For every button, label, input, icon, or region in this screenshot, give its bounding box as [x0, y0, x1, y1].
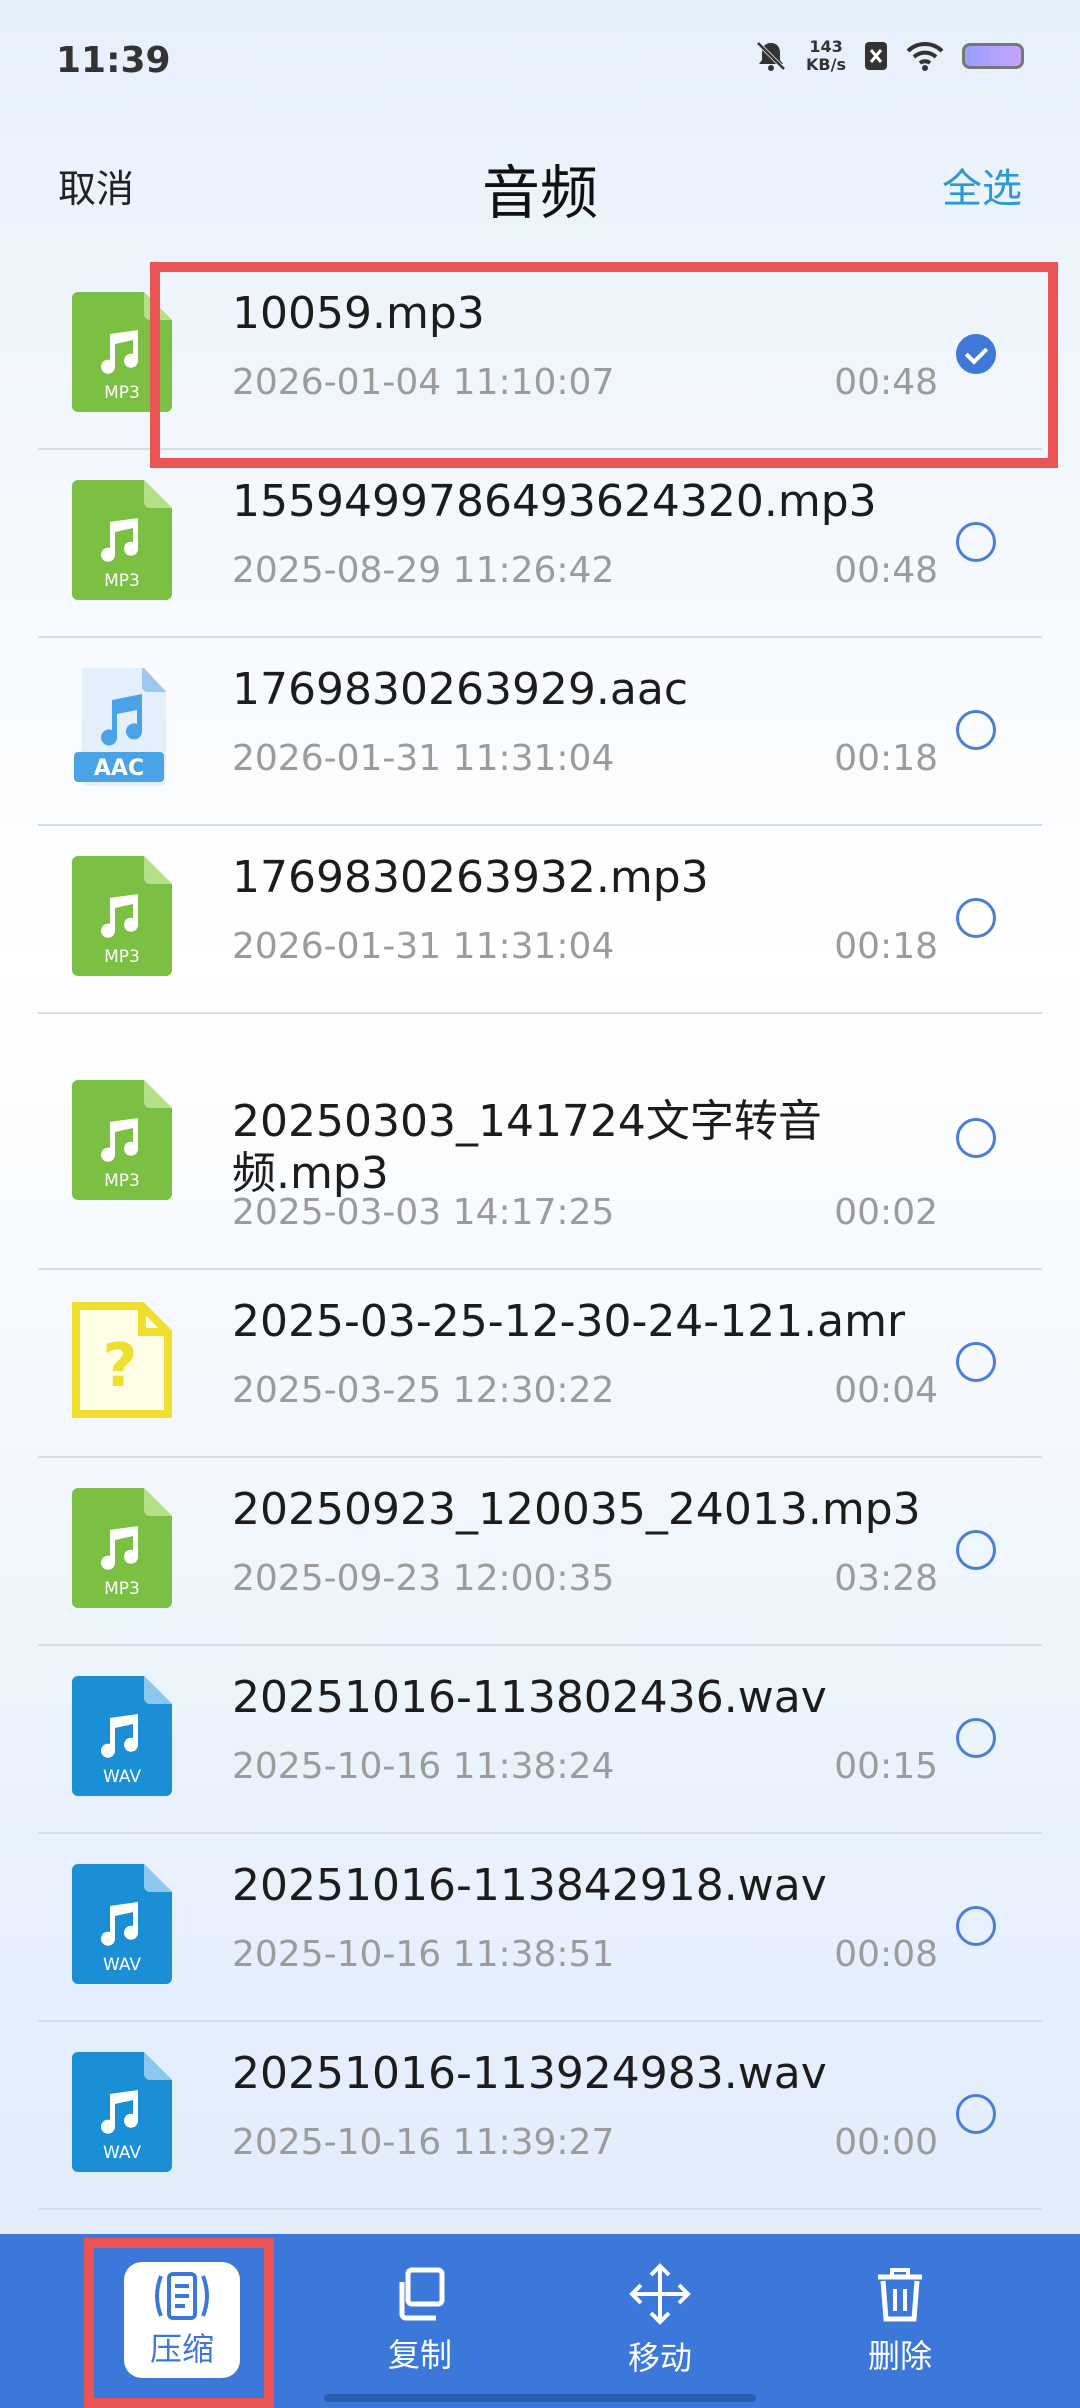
file-name: 20251016-113802436.wav: [232, 1672, 827, 1723]
bell-muted-icon: [756, 41, 786, 71]
file-date: 2025-10-16 11:38:24: [232, 1746, 615, 1787]
file-row[interactable]: AAC 1769830263929.aac 2026-01-31 11:31:0…: [38, 638, 1042, 826]
file-row[interactable]: MP3 1559499786493624320.mp3 2025-08-29 1…: [38, 450, 1042, 638]
audio-file-list: MP3 10059.mp3 2026-01-04 11:10:07 00:48 …: [38, 262, 1042, 2210]
svg-text:MP3: MP3: [104, 947, 140, 967]
select-checkbox[interactable]: [956, 1118, 996, 1158]
svg-text:WAV: WAV: [103, 1767, 141, 1787]
sim-disabled-icon: [865, 42, 887, 70]
file-duration: 00:02: [834, 1192, 938, 1233]
delete-label: 删除: [867, 2337, 932, 2375]
svg-text:MP3: MP3: [104, 1579, 140, 1599]
svg-text:MP3: MP3: [104, 571, 140, 591]
file-name: 10059.mp3: [232, 288, 485, 339]
file-duration: 00:08: [834, 1934, 938, 1975]
file-name: 20250303_141724文字转音频.mp3: [232, 1096, 822, 1199]
svg-text:AAC: AAC: [94, 756, 144, 781]
mp3-file-icon: MP3: [72, 856, 172, 976]
svg-text:MP3: MP3: [104, 1171, 140, 1191]
header: 取消 音频 全选: [0, 140, 1080, 240]
select-all-button[interactable]: 全选: [942, 156, 1022, 214]
page-title: 音频: [481, 159, 598, 227]
copy-button[interactable]: 复制: [330, 2256, 510, 2386]
file-date: 2025-08-29 11:26:42: [232, 550, 615, 591]
select-checkbox[interactable]: [956, 1718, 996, 1758]
file-date: 2026-01-31 11:31:04: [232, 926, 615, 967]
file-row[interactable]: MP3 1769830263932.mp3 2026-01-31 11:31:0…: [38, 826, 1042, 1014]
file-duration: 00:00: [834, 2122, 938, 2163]
copy-icon: [399, 2267, 445, 2321]
file-duration: 00:18: [834, 926, 938, 967]
file-duration: 03:28: [834, 1558, 938, 1599]
file-date: 2026-01-04 11:10:07: [232, 362, 615, 403]
file-duration: 00:04: [834, 1370, 938, 1411]
status-icons: 143 KB/s: [754, 38, 1024, 74]
select-checkbox[interactable]: [956, 2094, 996, 2134]
file-name: 20251016-113924983.wav: [232, 2048, 827, 2099]
wifi-icon: [906, 41, 944, 71]
file-row[interactable]: MP3 20250303_141724文字转音频.mp3 2025-03-03 …: [38, 1014, 1042, 1270]
status-time: 11:39: [56, 40, 171, 81]
select-checkbox[interactable]: [956, 898, 996, 938]
svg-text:WAV: WAV: [103, 2143, 141, 2163]
select-checkbox[interactable]: [956, 522, 996, 562]
file-row[interactable]: WAV 20251016-113924983.wav 2025-10-16 11…: [38, 2022, 1042, 2210]
file-name: 1769830263929.aac: [232, 664, 689, 715]
mp3-file-icon: MP3: [72, 1488, 172, 1608]
file-duration: 00:48: [834, 362, 938, 403]
file-name: 2025-03-25-12-30-24-121.amr: [232, 1296, 906, 1347]
network-speed: 143 KB/s: [806, 38, 846, 74]
file-name: 20251016-113842918.wav: [232, 1860, 827, 1911]
home-indicator[interactable]: [324, 2394, 756, 2402]
file-row[interactable]: ? 2025-03-25-12-30-24-121.amr 2025-03-25…: [38, 1270, 1042, 1458]
move-label: 移动: [627, 2339, 692, 2377]
trash-icon: [878, 2268, 922, 2322]
delete-button[interactable]: 删除: [810, 2256, 990, 2386]
wav-file-icon: WAV: [72, 1864, 172, 1984]
svg-text:MP3: MP3: [104, 383, 140, 403]
file-date: 2025-09-23 12:00:35: [232, 1558, 615, 1599]
network-speed-value: 143: [809, 37, 843, 56]
status-bar: 11:39 143 KB/s: [0, 0, 1080, 120]
battery-icon: [962, 43, 1024, 69]
select-checkbox[interactable]: [956, 1906, 996, 1946]
file-name: 1769830263932.mp3: [232, 852, 709, 903]
svg-text:?: ?: [103, 1331, 138, 1401]
file-name: 20250923_120035_24013.mp3: [232, 1484, 921, 1535]
select-checkbox[interactable]: [956, 1342, 996, 1382]
network-speed-unit: KB/s: [806, 55, 846, 74]
aac-file-icon: AAC: [74, 668, 166, 786]
file-duration: 00:15: [834, 1746, 938, 1787]
select-checkbox[interactable]: [956, 710, 996, 750]
file-row[interactable]: WAV 20251016-113802436.wav 2025-10-16 11…: [38, 1646, 1042, 1834]
move-icon: [629, 2263, 691, 2325]
file-row[interactable]: MP3 20250923_120035_24013.mp3 2025-09-23…: [38, 1458, 1042, 1646]
compress-highlight-box: [84, 2238, 274, 2408]
select-checkbox[interactable]: [956, 334, 996, 374]
copy-label: 复制: [387, 2336, 452, 2374]
mp3-file-icon: MP3: [72, 292, 172, 412]
mp3-file-icon: MP3: [72, 1080, 172, 1200]
mp3-file-icon: MP3: [72, 480, 172, 600]
wav-file-icon: WAV: [72, 1676, 172, 1796]
file-duration: 00:48: [834, 550, 938, 591]
unknown-file-icon: ?: [72, 1302, 172, 1418]
file-date: 2025-03-25 12:30:22: [232, 1370, 615, 1411]
move-button[interactable]: 移动: [570, 2256, 750, 2386]
file-date: 2026-01-31 11:31:04: [232, 738, 615, 779]
file-row[interactable]: MP3 10059.mp3 2026-01-04 11:10:07 00:48: [38, 262, 1042, 450]
file-name: 1559499786493624320.mp3: [232, 476, 877, 527]
file-row[interactable]: WAV 20251016-113842918.wav 2025-10-16 11…: [38, 1834, 1042, 2022]
file-date: 2025-10-16 11:39:27: [232, 2122, 615, 2163]
wav-file-icon: WAV: [72, 2052, 172, 2172]
file-date: 2025-10-16 11:38:51: [232, 1934, 615, 1975]
svg-text:WAV: WAV: [103, 1955, 141, 1975]
select-checkbox[interactable]: [956, 1530, 996, 1570]
file-date: 2025-03-03 14:17:25: [232, 1192, 615, 1233]
file-duration: 00:18: [834, 738, 938, 779]
